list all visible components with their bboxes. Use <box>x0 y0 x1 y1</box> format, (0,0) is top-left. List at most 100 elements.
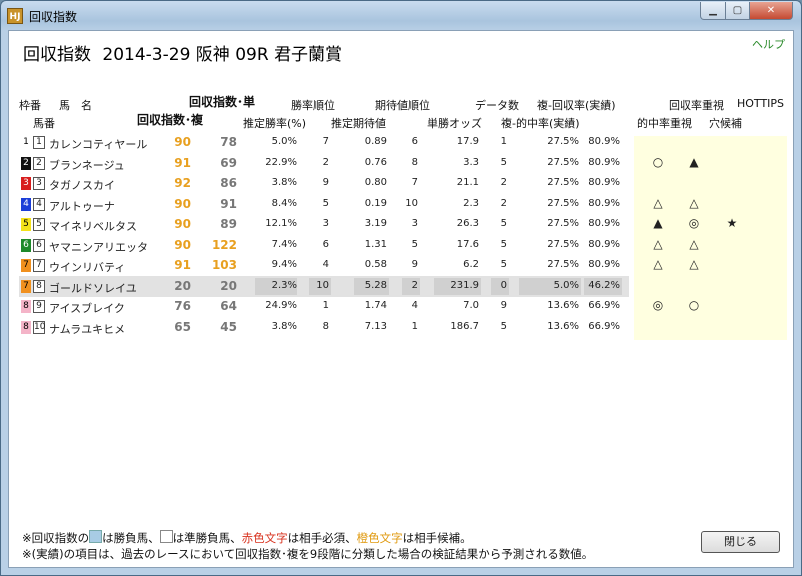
umaban-box: 10 <box>33 320 46 334</box>
return-rate: 80.9% <box>588 136 620 147</box>
table-row[interactable]: 2 2 ブランネージュ 91 69 22.9% 2 0.76 8 3.3 5 27.5% 80.9% <box>19 153 629 174</box>
race-header: 回収指数 2014-3-29 阪神 09R 君子蘭賞 <box>23 40 342 65</box>
est-ev: 0.80 <box>364 177 387 188</box>
win-odds: 21.1 <box>456 177 479 188</box>
est-win-rate: 2.3% <box>271 279 297 291</box>
ev-rank: 2 <box>411 279 418 291</box>
win-rate-rank: 8 <box>322 320 329 332</box>
est-ev: 1.31 <box>364 238 387 250</box>
horse-name: マイネリベルタス <box>49 220 137 233</box>
col-ev-rank: 期待値順位 <box>375 99 430 112</box>
return-rate: 80.9% <box>588 177 620 188</box>
maximize-button[interactable]: ▢ <box>725 2 750 20</box>
title-bar[interactable]: HJ 回収指数 ▁ ▢ ✕ <box>1 1 801 31</box>
close-window-button[interactable]: ✕ <box>749 2 793 20</box>
table-row[interactable]: 1 1 カレンコティヤール 90 78 5.0% 7 0.89 6 17.9 1 27.5% 80.9% <box>19 132 629 153</box>
horse-name: カレンコティヤール <box>49 138 148 151</box>
win-odds: 26.3 <box>456 218 479 229</box>
umaban-box: 3 <box>33 177 45 190</box>
umaban-box: 4 <box>33 197 45 211</box>
win-rate-rank: 9 <box>322 177 329 188</box>
index-win: 90 <box>174 237 191 252</box>
ev-rank: 9 <box>411 259 418 270</box>
horse-name: ゴールドソレイユ <box>49 281 137 295</box>
data-count: 2 <box>500 177 507 188</box>
col-return-focus: 回収率重視 <box>669 99 724 112</box>
col-data-count: データ数 <box>475 99 519 112</box>
ev-rank: 10 <box>405 197 418 209</box>
horse-name: アルトゥーナ <box>49 199 115 213</box>
win-rate-rank: 4 <box>322 259 329 270</box>
win-rate-rank: 2 <box>322 156 329 168</box>
index-win: 92 <box>174 176 191 190</box>
close-button[interactable]: 閉じる <box>701 531 780 553</box>
data-count: 2 <box>500 197 507 209</box>
hit-rate: 5.0% <box>553 279 579 291</box>
index-win: 20 <box>174 278 191 293</box>
table-row[interactable]: 5 5 マイネリベルタス 90 89 12.1% 3 3.19 3 26.3 5 27.5% 80.9% <box>19 214 629 235</box>
col-hottips: HOTTIPS <box>737 97 785 110</box>
index-place: 20 <box>220 278 237 293</box>
horse-name: ナムラユキヒメ <box>49 322 126 336</box>
table-row[interactable]: 6 6 ヤマニンアリエッタ 90 122 7.4% 6 1.31 5 17.6 5 27.5% 80.9… <box>19 235 629 256</box>
est-ev: 7.13 <box>364 320 387 332</box>
hit-rate: 27.5% <box>547 136 579 147</box>
race-number: 09R <box>235 45 269 65</box>
client-area: 回収指数 2014-3-29 阪神 09R 君子蘭賞 ヘルプ 枠番 馬 名 回収… <box>8 30 794 568</box>
umaban-box: 1 <box>33 136 45 149</box>
index-place: 103 <box>211 258 237 272</box>
win-odds: 2.3 <box>463 197 479 209</box>
index-win: 91 <box>174 155 191 170</box>
footer-note: ※(実績)の項目は、過去のレースにおいて回収指数･複を9段階に分類した場合の検証… <box>22 547 594 561</box>
index-win: 76 <box>174 299 191 313</box>
col-return-rate: 複-回収率(実績) <box>537 99 616 112</box>
help-link[interactable]: ヘルプ <box>752 36 785 52</box>
win-odds: 6.2 <box>463 259 479 270</box>
table-row[interactable]: 4 4 アルトゥーナ 90 91 8.4% 5 0.19 10 2.3 2 27.5% 80.9% <box>19 194 629 215</box>
ev-rank: 3 <box>411 218 418 229</box>
win-rate-rank: 7 <box>322 136 329 147</box>
win-odds: 7.0 <box>463 300 479 311</box>
ev-rank: 8 <box>411 156 418 168</box>
table-row[interactable]: 7 7 ウインリバティ 91 103 9.4% 4 0.58 9 6.2 5 27.5% 80.9% <box>19 255 629 276</box>
page-title: 回収指数 <box>23 45 91 65</box>
table-row[interactable]: 8 10 ナムラユキヒメ 65 45 3.8% 8 7.13 1 186.7 5 13.6% 66.9% <box>19 317 629 338</box>
col-win-odds: 単勝オッズ <box>427 117 482 130</box>
hit-rate: 27.5% <box>547 218 579 229</box>
hit-rate: 27.5% <box>547 238 579 250</box>
win-rate-rank: 10 <box>316 279 329 291</box>
win-rate-rank: 3 <box>322 218 329 229</box>
est-ev: 3.19 <box>364 218 387 229</box>
win-odds: 3.3 <box>463 156 479 168</box>
data-count: 1 <box>500 136 507 147</box>
app-window: HJ 回収指数 ▁ ▢ ✕ 回収指数 2014-3-29 阪神 09R 君子蘭賞… <box>0 0 802 576</box>
index-place: 91 <box>220 196 237 211</box>
win-odds: 231.9 <box>450 279 479 291</box>
ev-rank: 7 <box>411 177 418 188</box>
index-win: 65 <box>174 319 191 334</box>
est-ev: 0.89 <box>364 136 387 147</box>
est-win-rate: 7.4% <box>271 238 297 250</box>
table-row[interactable]: 8 9 アイスブレイク 76 64 24.9% 1 1.74 4 7.0 9 13.6% 66.9% <box>19 296 629 317</box>
hit-focus-mark: ◎ <box>688 216 700 230</box>
est-ev: 0.76 <box>364 156 387 168</box>
waku-badge: 7 <box>21 279 31 293</box>
umaban-box: 5 <box>33 218 45 231</box>
plain-swatch <box>159 530 173 543</box>
waku-badge: 7 <box>21 259 31 272</box>
minimize-button[interactable]: ▁ <box>700 2 726 20</box>
race-name: 君子蘭賞 <box>274 45 343 65</box>
ev-rank: 6 <box>411 136 418 147</box>
index-place: 69 <box>220 155 237 170</box>
return-rate: 80.9% <box>588 238 620 250</box>
est-win-rate: 3.8% <box>271 320 297 332</box>
waku-badge: 5 <box>21 218 31 231</box>
table-row[interactable]: 3 3 タガノスカイ 92 86 3.8% 9 0.80 7 21.1 2 27.5% 80.9% <box>19 173 629 194</box>
col-horse-name: 馬 名 <box>59 99 92 112</box>
umaban-box: 8 <box>33 279 45 293</box>
win-rate-rank: 6 <box>322 238 329 250</box>
table-row[interactable]: 7 8 ゴールドソレイユ 20 20 2.3% 10 5.28 2 231.9 0 5.0% 46.2% <box>19 275 629 297</box>
return-rate: 66.9% <box>588 300 620 311</box>
horse-name: タガノスカイ <box>49 179 115 192</box>
hottips-mark: ★ <box>726 216 738 230</box>
